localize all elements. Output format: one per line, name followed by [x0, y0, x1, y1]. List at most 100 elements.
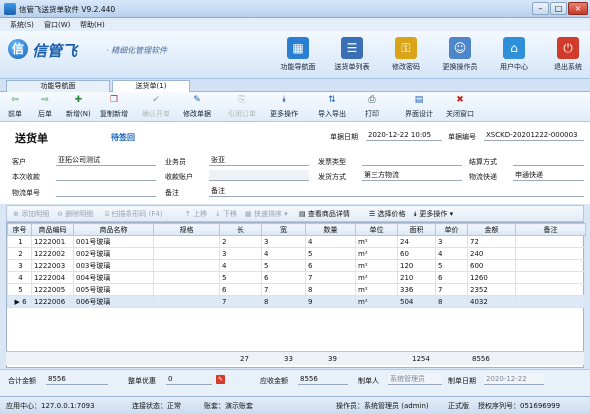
table-cell[interactable]: 1222006 — [31, 295, 74, 308]
table-cell[interactable]: 5 — [261, 259, 306, 272]
toolbar-button-8[interactable]: ⇅ 导入导出 — [318, 94, 346, 120]
table-row[interactable]: ▶ 6 1222006 006号玻璃 7 8 9 m² 504 8 4032 — [7, 295, 586, 308]
table-cell[interactable]: 600 — [467, 259, 516, 272]
toolbar-button-2[interactable]: ✚ 新增(N) — [66, 94, 91, 120]
table-cell[interactable]: 1260 — [467, 271, 516, 284]
table-cell[interactable]: 7 — [435, 283, 468, 296]
table-cell[interactable]: 5 — [305, 247, 356, 260]
table-row[interactable]: 3 1222003 003号玻璃 4 5 6 m² 120 5 600 — [7, 259, 586, 272]
table-cell[interactable]: 336 — [397, 283, 436, 296]
column-header[interactable]: 规格 — [153, 223, 220, 236]
top-button-3[interactable]: ☺ 更换操作员 — [432, 35, 488, 77]
table-cell[interactable] — [515, 295, 586, 308]
column-header[interactable]: 长 — [219, 223, 262, 236]
table-cell[interactable] — [515, 247, 586, 260]
menu-window[interactable]: 窗口(W) — [44, 20, 70, 30]
toolbar-button-11[interactable]: ✖ 关闭窗口 — [446, 94, 474, 120]
table-cell[interactable]: 6 — [261, 271, 306, 284]
table-cell[interactable]: 24 — [397, 235, 436, 248]
grid-tool-3[interactable]: ↑ 上移 — [185, 209, 207, 219]
table-cell[interactable] — [153, 235, 220, 248]
table-cell[interactable]: m² — [355, 259, 398, 272]
tab-navigation[interactable]: 功能导航面 — [6, 80, 110, 92]
table-cell[interactable]: 2 — [7, 247, 32, 260]
table-cell[interactable]: 504 — [397, 295, 436, 308]
table-cell[interactable]: 3 — [261, 235, 306, 248]
doc-no-field[interactable]: XSCKD-20201222-000003 — [484, 130, 584, 141]
table-cell[interactable]: 7 — [261, 283, 306, 296]
tab-delivery-note[interactable]: 送货单(1) — [112, 80, 190, 92]
column-header[interactable]: 金额 — [467, 223, 516, 236]
column-header[interactable]: 备注 — [515, 223, 586, 236]
column-header[interactable]: 宽 — [261, 223, 306, 236]
grid-tool-2[interactable]: ⌸ 扫描条形码 (F4) — [105, 209, 163, 219]
table-cell[interactable] — [153, 283, 220, 296]
table-row[interactable]: 1 1222001 001号玻璃 2 3 4 m² 24 3 72 — [7, 235, 586, 248]
table-cell[interactable]: 7 — [219, 295, 262, 308]
table-cell[interactable]: 004号玻璃 — [73, 271, 154, 284]
column-header[interactable]: 面积 — [397, 223, 436, 236]
table-cell[interactable]: 1222003 — [31, 259, 74, 272]
table-cell[interactable]: 6 — [305, 259, 356, 272]
table-cell[interactable]: 6 — [219, 283, 262, 296]
table-cell[interactable]: 4 — [435, 247, 468, 260]
table-cell[interactable]: 8 — [261, 295, 306, 308]
column-header[interactable]: 序号 — [7, 223, 32, 236]
table-cell[interactable]: 2 — [219, 235, 262, 248]
maximize-button[interactable]: □ — [550, 2, 567, 15]
column-header[interactable]: 商品编码 — [31, 223, 74, 236]
table-cell[interactable]: 3 — [435, 235, 468, 248]
top-button-0[interactable]: ▦ 功能导航面 — [270, 35, 326, 77]
table-cell[interactable] — [153, 271, 220, 284]
top-button-1[interactable]: ☰ 送货单列表 — [324, 35, 380, 77]
table-cell[interactable]: 1222004 — [31, 271, 74, 284]
table-cell[interactable]: 5 — [7, 283, 32, 296]
table-cell[interactable]: 8 — [435, 295, 468, 308]
tracking-field[interactable] — [56, 186, 156, 197]
table-cell[interactable]: 003号玻璃 — [73, 259, 154, 272]
top-button-2[interactable]: ⚿ 修改密码 — [378, 35, 434, 77]
table-cell[interactable]: 5 — [219, 271, 262, 284]
column-header[interactable]: 单位 — [355, 223, 398, 236]
table-cell[interactable]: 1222001 — [31, 235, 74, 248]
table-cell[interactable]: 006号玻璃 — [73, 295, 154, 308]
table-cell[interactable]: 3 — [219, 247, 262, 260]
grid-tool-8[interactable]: ⯯ 更多操作 ▾ — [413, 209, 453, 219]
table-cell[interactable] — [515, 235, 586, 248]
grid-tool-0[interactable]: ⊕ 添加明细 — [13, 209, 49, 219]
grid-tool-5[interactable]: ▦ 快速排序 ▾ — [245, 209, 288, 219]
table-cell[interactable]: m² — [355, 247, 398, 260]
table-cell[interactable]: 4 — [261, 247, 306, 260]
invoice-type-field[interactable] — [362, 155, 462, 166]
logistics-field[interactable]: 申通快递 — [513, 170, 584, 181]
top-button-5[interactable]: ⏻ 退出系统 — [540, 35, 590, 77]
table-cell[interactable]: 240 — [467, 247, 516, 260]
table-cell[interactable]: m² — [355, 235, 398, 248]
table-cell[interactable] — [153, 295, 220, 308]
table-cell[interactable] — [515, 271, 586, 284]
table-cell[interactable]: 1 — [7, 235, 32, 248]
table-cell[interactable] — [153, 259, 220, 272]
toolbar-button-6[interactable]: ⎘ 引用订单 — [228, 94, 256, 120]
top-button-4[interactable]: ⌂ 用户中心 — [486, 35, 542, 77]
grid-tool-4[interactable]: ↓ 下移 — [215, 209, 237, 219]
table-cell[interactable]: 5 — [435, 259, 468, 272]
ship-method-field[interactable]: 第三方物流 — [362, 170, 462, 181]
grid-tool-6[interactable]: ▤ 查看商品详情 — [299, 209, 350, 219]
toolbar-button-4[interactable]: ✔ 确认开单 — [142, 94, 170, 120]
table-cell[interactable]: 4 — [7, 271, 32, 284]
discount-field[interactable]: 0 — [166, 374, 212, 385]
table-cell[interactable]: 002号玻璃 — [73, 247, 154, 260]
table-cell[interactable]: 60 — [397, 247, 436, 260]
table-cell[interactable]: 3 — [7, 259, 32, 272]
doc-date-field[interactable]: 2020-12-22 10:05 — [366, 130, 442, 141]
toolbar-button-1[interactable]: ⇨ 后单 — [38, 94, 52, 120]
received-field[interactable] — [56, 170, 156, 181]
customer-field[interactable]: 亚拓公司测试 — [56, 155, 156, 166]
table-cell[interactable]: ▶ 6 — [7, 295, 32, 308]
toolbar-button-0[interactable]: ⇦ 前单 — [8, 94, 22, 120]
edit-discount-icon[interactable]: ✎ — [216, 375, 225, 384]
table-cell[interactable]: 120 — [397, 259, 436, 272]
grid-tool-7[interactable]: ☰ 选择价格 — [369, 209, 406, 219]
menu-help[interactable]: 帮助(H) — [80, 20, 105, 30]
